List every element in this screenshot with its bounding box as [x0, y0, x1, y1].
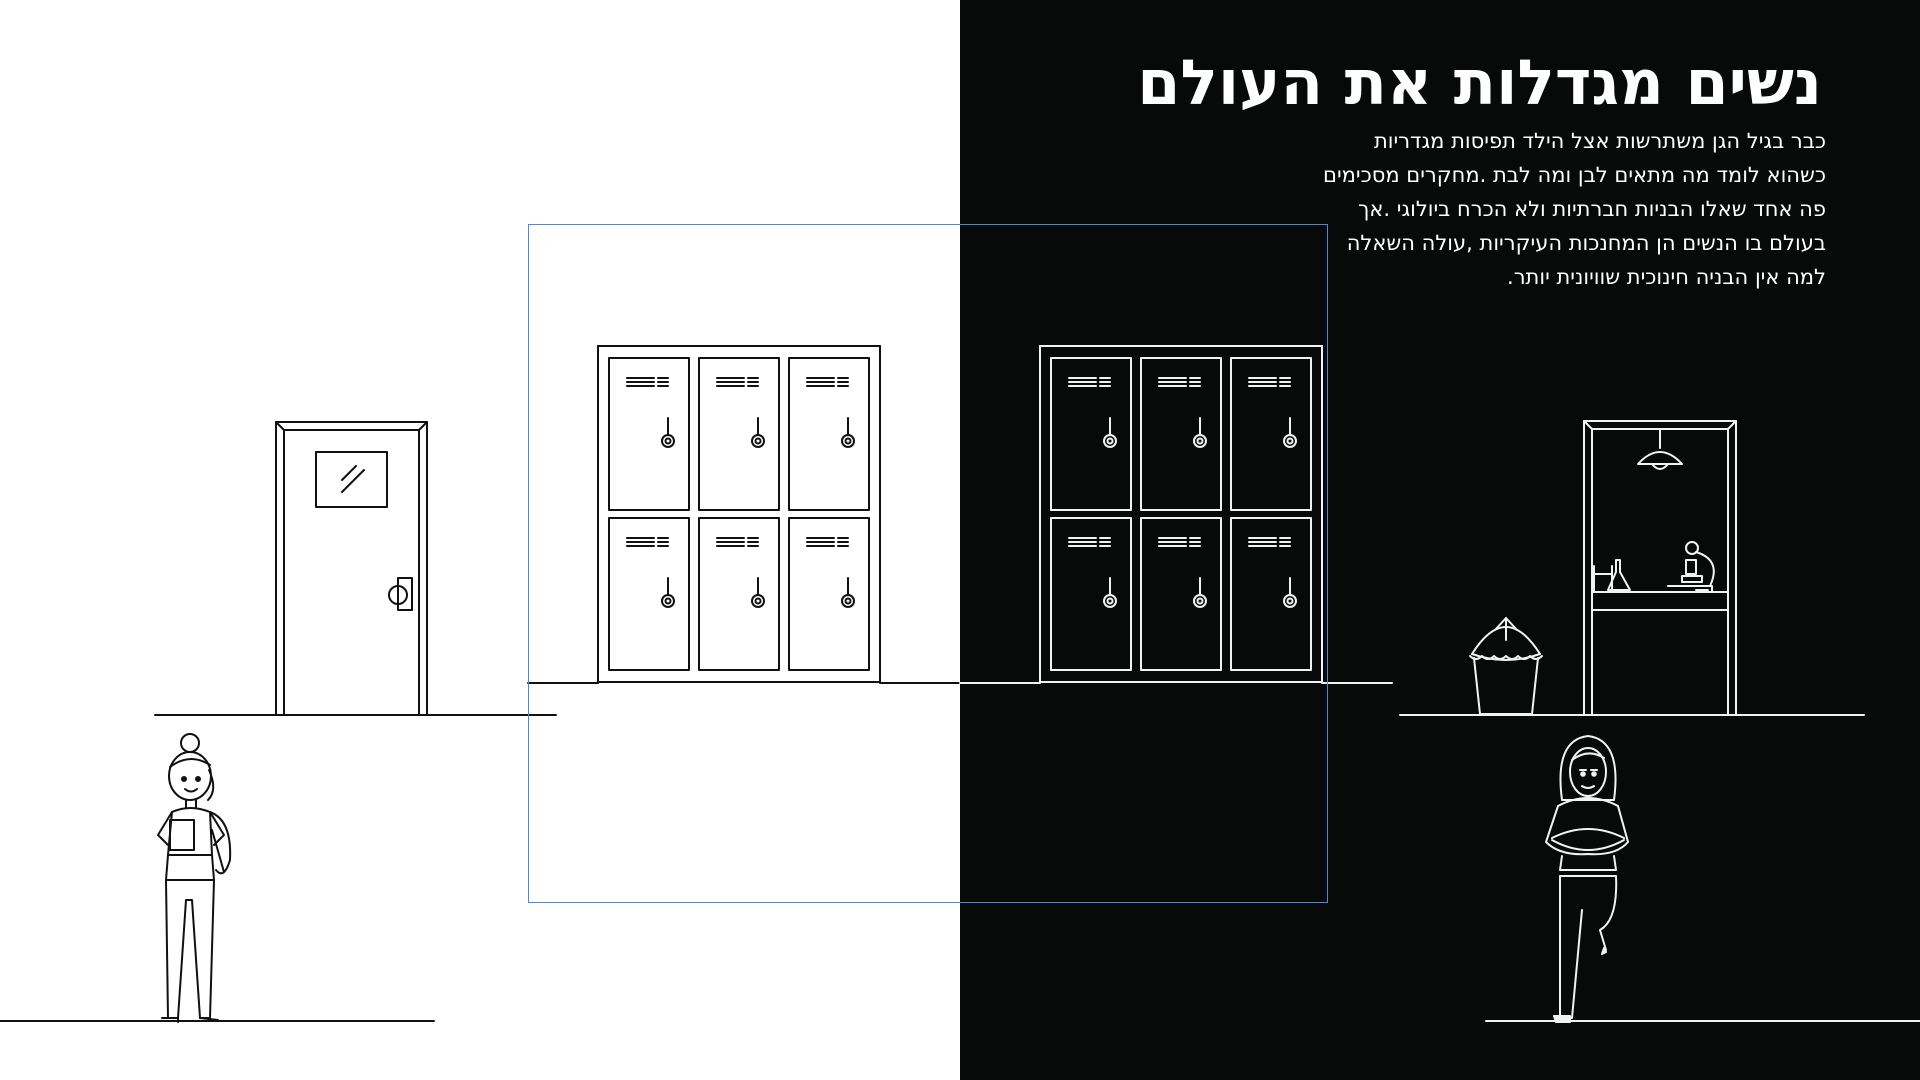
slide-body-text: כבר בגיל הגן משתרשות אצל הילד תפיסות מגד… — [1206, 124, 1826, 294]
science-lab-doorway-illustration — [1583, 420, 1737, 716]
body-line: כשהוא לומד מה מתאים לבן ומה לבת .מחקרים … — [1323, 163, 1826, 187]
body-line: למה אין הבניה חינוכית שוויונית יותר. — [1507, 265, 1826, 289]
body-line: כבר בגיל הגן משתרשות אצל הילד תפיסות מגד… — [1373, 129, 1826, 153]
trash-bin-illustration — [1469, 617, 1543, 715]
wall-line-lockers-left — [527, 345, 961, 684]
slide-title: נשים מגדלות את העולם — [1137, 46, 1822, 119]
locker-bank-right — [1040, 346, 1322, 682]
body-line: בעולם בו הנשים הן המחנכות העיקריות ,עולה… — [1346, 231, 1826, 255]
classroom-door-illustration — [275, 421, 428, 716]
student-girl-illustration — [157, 733, 232, 1023]
locker-bank-left — [598, 346, 880, 682]
hooded-student-illustration — [1545, 735, 1629, 1023]
wall-line-lockers-right — [959, 345, 1393, 684]
body-line: פה אחד שאלו הבניות חברתיות ולא הכרח ביול… — [1358, 197, 1826, 221]
